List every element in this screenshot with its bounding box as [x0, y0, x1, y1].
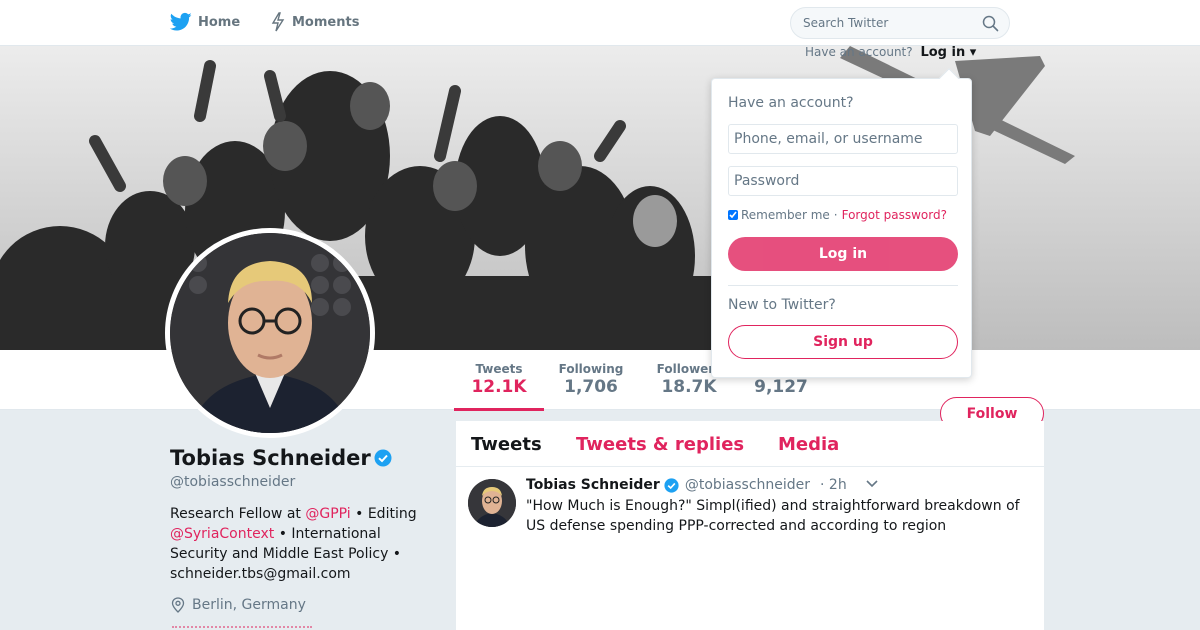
search-input[interactable] [803, 16, 973, 30]
search-icon[interactable] [982, 15, 999, 36]
top-navigation: Home Moments [0, 0, 1200, 46]
lightning-icon [271, 12, 285, 32]
profile-name-text: Tobias Schneider [170, 446, 371, 470]
caret-down-icon: ▾ [969, 45, 977, 60]
login-toggle[interactable]: Log in ▾ [920, 45, 976, 60]
stat-value: 18.7K [661, 377, 717, 397]
stat-value: 12.1K [471, 377, 527, 397]
profile-location: Berlin, Germany [170, 597, 306, 613]
separator-dot: · [833, 208, 838, 222]
location-pin-icon [171, 597, 185, 613]
tweet-text: "How Much is Enough?" Simpl(ified) and s… [526, 498, 1020, 534]
tweet-timestamp[interactable]: · 2h [820, 477, 847, 493]
profile-name[interactable]: Tobias Schneider [170, 446, 392, 470]
verified-badge-icon [374, 449, 392, 467]
tweet-author-handle[interactable]: @tobiasschneider [685, 477, 810, 493]
username-field[interactable] [728, 124, 958, 154]
chevron-down-icon[interactable] [865, 477, 879, 493]
timeline-tabs: Tweets Tweets & replies Media [456, 421, 1044, 467]
bio-link-gppi[interactable]: @GPPi [305, 506, 350, 522]
bio-link-syriacontext[interactable]: @SyriaContext [170, 526, 274, 542]
nav-moments[interactable]: Moments [270, 12, 359, 32]
remember-me-label[interactable]: Remember me [741, 208, 830, 222]
timeline: Tweets Tweets & replies Media Tobias Sch… [456, 421, 1044, 630]
stat-label: Following [558, 362, 624, 376]
tweet-avatar[interactable] [468, 479, 516, 527]
location-text: Berlin, Germany [192, 597, 306, 613]
tweet-author-name[interactable]: Tobias Schneider [526, 477, 660, 493]
stat-value: 1,706 [564, 377, 618, 397]
tab-tweets-replies[interactable]: Tweets & replies [576, 434, 744, 455]
bio-text-prefix: Research Fellow at [170, 506, 306, 522]
remember-me-checkbox[interactable] [728, 210, 738, 220]
twitter-bird-icon [170, 12, 192, 31]
login-dropdown-title: Have an account? [728, 95, 854, 111]
forgot-password-link[interactable]: Forgot password? [842, 208, 947, 222]
remember-row: Remember me · Forgot password? [728, 208, 947, 222]
login-dropdown: Have an account? Remember me · Forgot pa… [711, 68, 972, 378]
stat-value: 9,127 [754, 377, 808, 397]
profile-bio: Research Fellow at @GPPi • Editing @Syri… [170, 504, 430, 584]
tab-tweets[interactable]: Tweets [471, 434, 542, 455]
verified-badge-icon [664, 477, 679, 493]
bio-text-mid: • Editing [350, 506, 417, 522]
stat-following[interactable]: Following 1,706 [558, 362, 624, 397]
profile-handle[interactable]: @tobiasschneider [170, 474, 295, 490]
login-button[interactable]: Log in [728, 237, 958, 271]
login-hint: Have an account? Log in ▾ [805, 45, 976, 60]
stat-label: Tweets [475, 362, 523, 376]
login-hint-question: Have an account? [805, 45, 913, 59]
avatar[interactable] [165, 228, 375, 438]
signup-button[interactable]: Sign up [728, 325, 958, 359]
new-to-twitter-label: New to Twitter? [728, 297, 836, 313]
nav-moments-label: Moments [292, 14, 360, 30]
login-toggle-label: Log in [920, 45, 966, 60]
nav-home[interactable]: Home [170, 12, 240, 32]
nav-home-label: Home [198, 14, 241, 30]
profile-website-link[interactable] [172, 626, 312, 630]
tab-media[interactable]: Media [778, 434, 839, 455]
password-field[interactable] [728, 166, 958, 196]
search-box [790, 7, 1010, 39]
stat-tweets[interactable]: Tweets 12.1K [454, 362, 544, 411]
divider [728, 285, 958, 286]
tweet-header: Tobias Schneider @tobiasschneider · 2h [526, 477, 879, 493]
